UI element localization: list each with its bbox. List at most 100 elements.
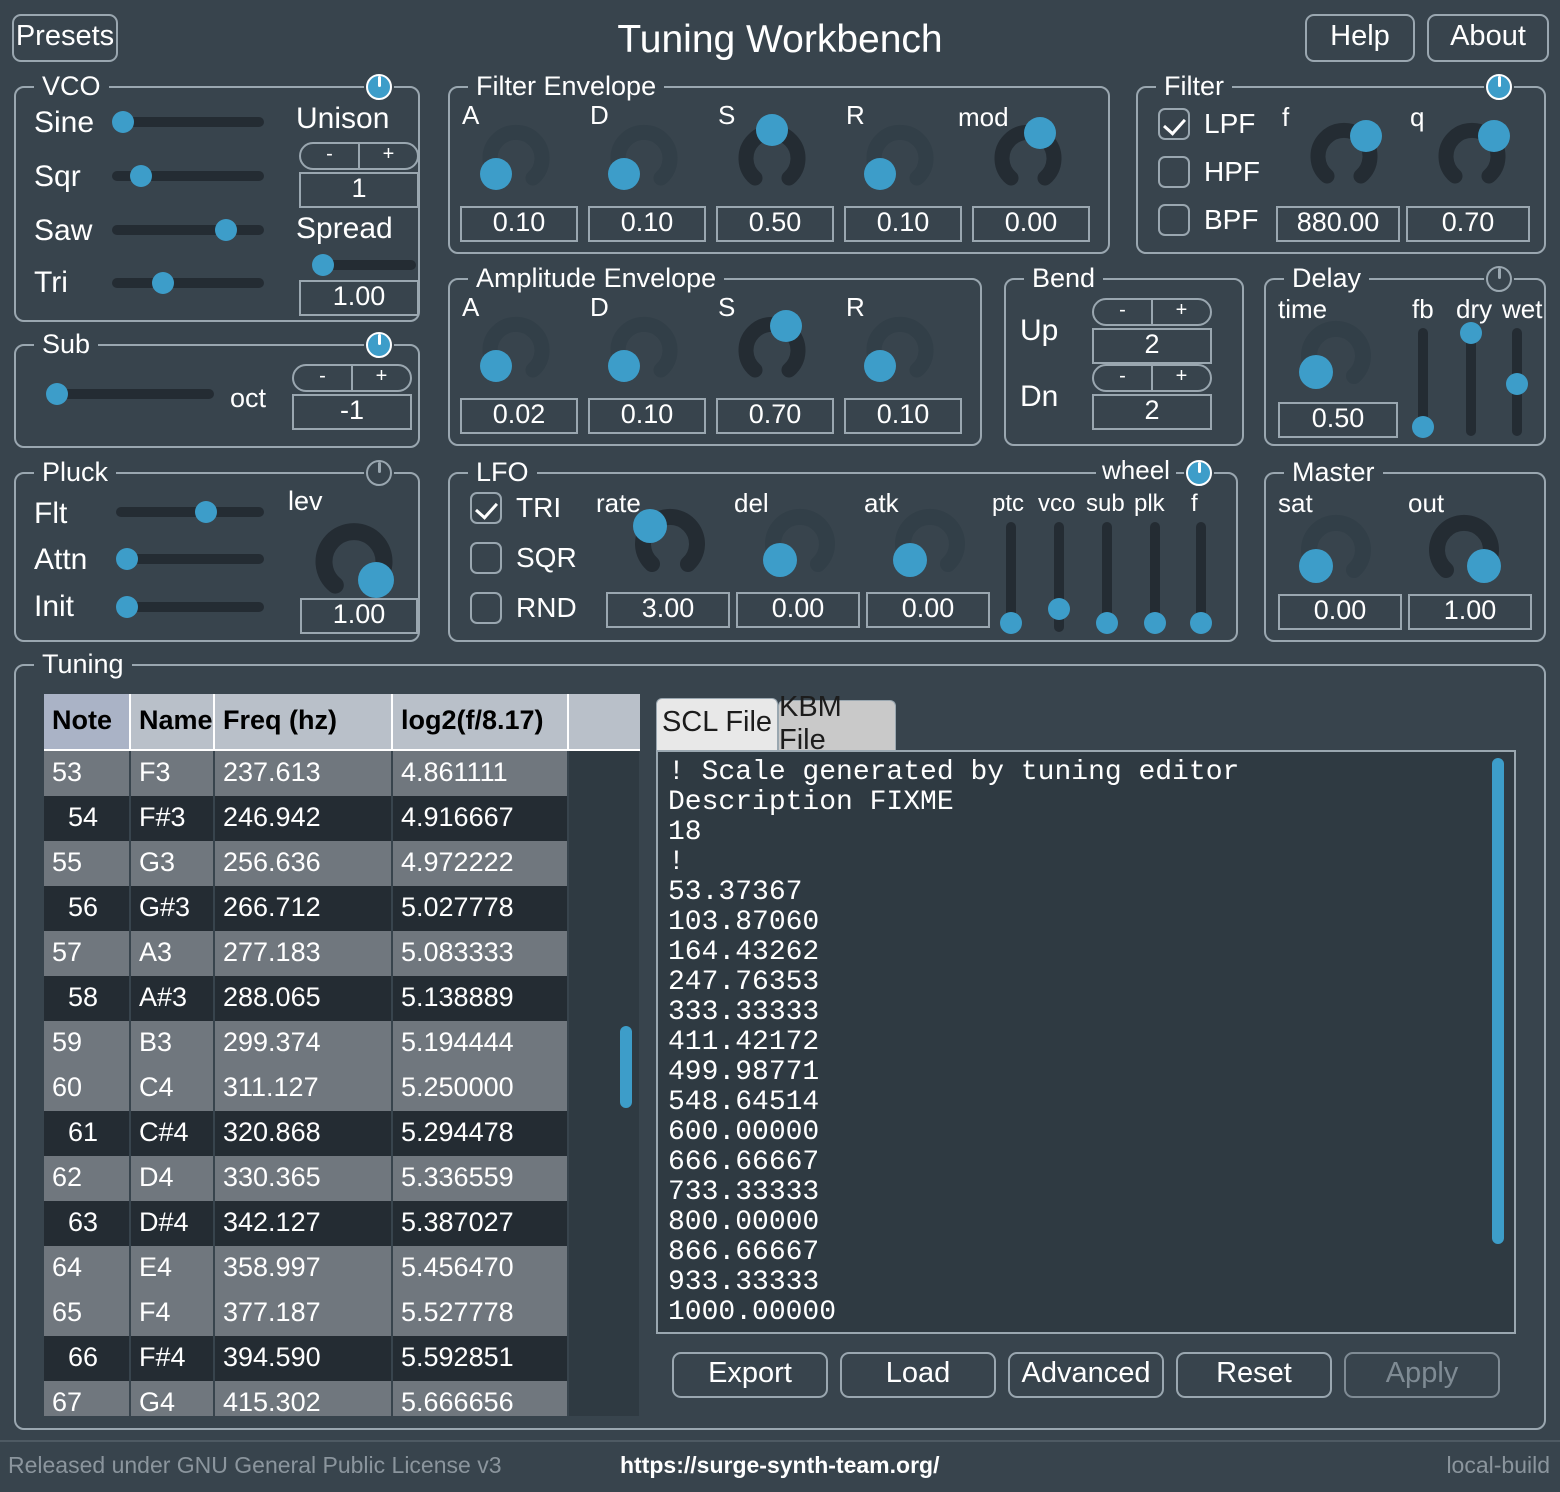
vco-unison-minus[interactable]: - (301, 144, 360, 168)
lfo-rnd-checkbox[interactable] (470, 592, 502, 624)
about-button[interactable]: About (1427, 14, 1549, 62)
table-row[interactable]: 65F4377.1875.527778 (44, 1291, 640, 1336)
lfo-del-knob[interactable] (760, 502, 840, 578)
aenv-s-knob[interactable] (734, 310, 810, 384)
lfo-shape-rnd[interactable]: RND (470, 592, 577, 624)
table-row[interactable]: 66F#4394.5905.592851 (44, 1336, 640, 1381)
table-row[interactable]: 61C#4320.8685.294478 (44, 1111, 640, 1156)
column-header-name[interactable]: Name (130, 694, 214, 750)
filter-hpf-checkbox[interactable] (1158, 156, 1190, 188)
vco-unison-plus[interactable]: + (360, 144, 417, 168)
filter-lpf-checkbox[interactable] (1158, 108, 1190, 140)
table-row[interactable]: 60C4311.1275.250000 (44, 1066, 640, 1111)
pluck-init-slider[interactable] (116, 596, 264, 618)
bend-dn-minus[interactable]: - (1094, 366, 1153, 390)
delay-power-toggle[interactable] (1484, 264, 1514, 294)
tuning-table-scrollbar[interactable] (620, 748, 632, 1414)
fenv-d-knob[interactable] (606, 118, 682, 192)
master-out-value[interactable]: 1.00 (1408, 594, 1532, 630)
column-header-log2[interactable]: log2(f/8.17) (392, 694, 568, 750)
table-row[interactable]: 63D#4342.1275.387027 (44, 1201, 640, 1246)
column-header-note[interactable]: Note (44, 694, 130, 750)
fenv-a-value[interactable]: 0.10 (460, 206, 578, 242)
fenv-s-knob[interactable] (734, 118, 810, 192)
delay-time-knob[interactable] (1296, 314, 1376, 390)
aenv-r-value[interactable]: 0.10 (844, 398, 962, 434)
aenv-d-value[interactable]: 0.10 (588, 398, 706, 434)
master-out-knob[interactable] (1424, 508, 1504, 584)
pluck-power-toggle[interactable] (364, 458, 394, 488)
bend-up-stepper[interactable]: - + (1092, 298, 1212, 326)
delay-fb-slider[interactable] (1412, 328, 1434, 436)
tuning-table[interactable]: Note Name Freq (hz) log2(f/8.17) 53F3237… (44, 694, 640, 1416)
aenv-a-knob[interactable] (478, 310, 554, 384)
bend-up-plus[interactable]: + (1153, 300, 1210, 324)
lfo-wheel-vco-slider[interactable] (1048, 522, 1070, 632)
table-row[interactable]: 62D4330.3655.336559 (44, 1156, 640, 1201)
table-row[interactable]: 67G4415.3025.666656 (44, 1381, 640, 1416)
filter-bpf-checkbox[interactable] (1158, 204, 1190, 236)
column-header-blank[interactable] (568, 694, 640, 750)
lfo-rate-value[interactable]: 3.00 (606, 592, 730, 628)
load-button[interactable]: Load (840, 1352, 996, 1398)
vco-spread-value[interactable]: 1.00 (299, 280, 419, 316)
vco-sine-slider[interactable] (112, 111, 264, 133)
filter-mode-lpf[interactable]: LPF (1158, 108, 1255, 140)
fenv-r-value[interactable]: 0.10 (844, 206, 962, 242)
pluck-attn-slider[interactable] (116, 548, 264, 570)
lfo-shape-sqr[interactable]: SQR (470, 542, 577, 574)
lfo-rate-knob[interactable] (630, 502, 710, 578)
bend-up-minus[interactable]: - (1094, 300, 1153, 324)
fenv-mod-value[interactable]: 0.00 (972, 206, 1090, 242)
table-row[interactable]: 53F3237.6134.861111 (44, 750, 640, 796)
table-row[interactable]: 59B3299.3745.194444 (44, 1021, 640, 1066)
editor-scrollbar[interactable] (1492, 758, 1504, 1326)
export-button[interactable]: Export (672, 1352, 828, 1398)
lfo-sqr-checkbox[interactable] (470, 542, 502, 574)
filter-mode-bpf[interactable]: BPF (1158, 204, 1258, 236)
filter-power-toggle[interactable] (1484, 72, 1514, 102)
filter-f-knob[interactable] (1306, 116, 1382, 190)
filter-q-knob[interactable] (1434, 116, 1510, 190)
sub-oct-minus[interactable]: - (294, 366, 353, 390)
vco-power-toggle[interactable] (364, 72, 394, 102)
table-row[interactable]: 57A3277.1835.083333 (44, 931, 640, 976)
vco-unison-value[interactable]: 1 (299, 172, 419, 208)
table-row[interactable]: 56G#3266.7125.027778 (44, 886, 640, 931)
table-row[interactable]: 55G3256.6364.972222 (44, 841, 640, 886)
fenv-r-knob[interactable] (862, 118, 938, 192)
fenv-mod-knob[interactable] (990, 118, 1066, 192)
aenv-r-knob[interactable] (862, 310, 938, 384)
aenv-a-value[interactable]: 0.02 (460, 398, 578, 434)
vco-sqr-slider[interactable] (112, 165, 264, 187)
lfo-shape-tri[interactable]: TRI (470, 492, 561, 524)
delay-wet-slider[interactable] (1506, 328, 1528, 436)
lfo-tri-checkbox[interactable] (470, 492, 502, 524)
filter-q-value[interactable]: 0.70 (1406, 206, 1530, 242)
fenv-a-knob[interactable] (478, 118, 554, 192)
tuning-table-scrollbar-thumb[interactable] (620, 1026, 632, 1108)
filter-mode-hpf[interactable]: HPF (1158, 156, 1260, 188)
delay-time-value[interactable]: 0.50 (1278, 402, 1398, 438)
bend-up-value[interactable]: 2 (1092, 328, 1212, 364)
lfo-wheel-sub-slider[interactable] (1096, 522, 1118, 632)
advanced-button[interactable]: Advanced (1008, 1352, 1164, 1398)
vco-unison-stepper[interactable]: - + (299, 142, 419, 170)
sub-oct-stepper[interactable]: - + (292, 364, 412, 392)
reset-button[interactable]: Reset (1176, 1352, 1332, 1398)
table-row[interactable]: 54F#3246.9424.916667 (44, 796, 640, 841)
sub-oct-value[interactable]: -1 (292, 394, 412, 430)
bend-dn-plus[interactable]: + (1153, 366, 1210, 390)
pluck-flt-slider[interactable] (116, 501, 264, 523)
help-button[interactable]: Help (1305, 14, 1415, 62)
column-header-freq[interactable]: Freq (hz) (214, 694, 392, 750)
sub-oct-plus[interactable]: + (353, 366, 410, 390)
scl-file-text[interactable]: ! Scale generated by tuning editor Descr… (668, 758, 1504, 1328)
lfo-wheel-ptc-slider[interactable] (1000, 522, 1022, 632)
tab-kbm-file[interactable]: KBM File (778, 700, 896, 750)
lfo-wheel-plk-slider[interactable] (1144, 522, 1166, 632)
lfo-del-value[interactable]: 0.00 (736, 592, 860, 628)
lfo-wheel-power-toggle[interactable] (1184, 458, 1214, 488)
scl-file-editor[interactable]: ! Scale generated by tuning editor Descr… (656, 750, 1516, 1334)
filter-f-value[interactable]: 880.00 (1276, 206, 1400, 242)
